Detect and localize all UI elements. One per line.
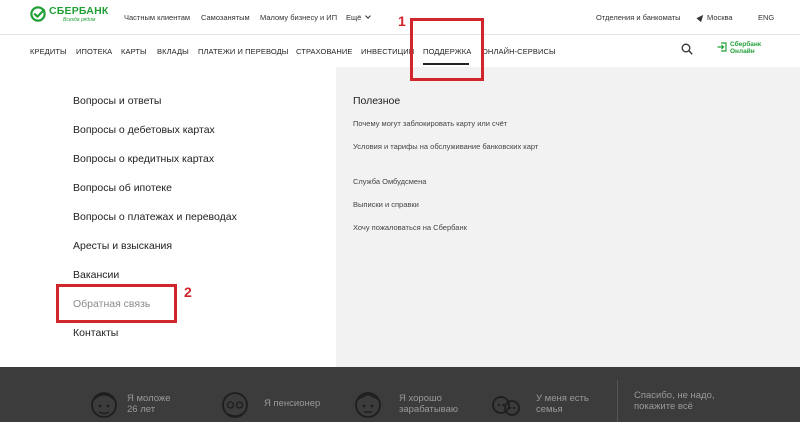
toplink-small-business[interactable]: Малому бизнесу и ИП — [260, 13, 337, 22]
audience-option-pensioner[interactable]: Я пенсионер — [264, 398, 320, 409]
useful-link-complaint[interactable]: Хочу пожаловаться на Сбербанк — [353, 222, 563, 234]
menu-link-contacts[interactable]: Контакты — [73, 327, 118, 339]
nav-item-credits[interactable]: КРЕДИТЫ — [30, 47, 67, 56]
login-icon[interactable] — [717, 42, 727, 52]
brand-tagline: Всегда рядом — [63, 16, 96, 23]
menu-link-mortgage-questions[interactable]: Вопросы об ипотеке — [73, 182, 172, 194]
annotation-box-2 — [56, 284, 177, 323]
useful-link-card-block[interactable]: Почему могут заблокировать карту или счё… — [353, 118, 563, 130]
nav-item-insurance[interactable]: СТРАХОВАНИЕ — [296, 47, 353, 56]
search-icon[interactable] — [681, 43, 693, 55]
audience-option-high-income[interactable]: Я хорошо зарабатываю — [399, 393, 458, 416]
menu-link-faq[interactable]: Вопросы и ответы — [73, 95, 161, 107]
nav-item-deposits[interactable]: ВКЛАДЫ — [157, 47, 189, 56]
toplink-more[interactable]: Ещё — [346, 13, 372, 22]
menu-link-vacancies[interactable]: Вакансии — [73, 269, 119, 281]
useful-panel — [336, 67, 800, 367]
nav-item-cards[interactable]: КАРТЫ — [121, 47, 147, 56]
sberbank-online-line2: Онлайн — [730, 48, 755, 56]
nav-item-investments[interactable]: ИНВЕСТИЦИИ — [361, 47, 414, 56]
toplink-more-label: Ещё — [346, 13, 362, 22]
toplink-private-clients[interactable]: Частным клиентам — [124, 13, 190, 22]
annotation-number-2: 2 — [184, 284, 192, 300]
sberbank-logo-icon — [30, 6, 46, 22]
useful-link-card-tariffs[interactable]: Условия и тарифы на обслуживание банковс… — [353, 141, 563, 153]
chevron-down-icon — [365, 13, 372, 19]
nav-item-mortgage[interactable]: ИПОТЕКА — [76, 47, 112, 56]
menu-link-credit-cards[interactable]: Вопросы о кредитных картах — [73, 153, 214, 165]
annotation-number-1: 1 — [398, 13, 406, 29]
city-selector[interactable]: Москва — [696, 12, 733, 23]
location-arrow-icon — [696, 12, 706, 23]
young-person-icon — [91, 392, 117, 418]
useful-link-ombudsman[interactable]: Служба Омбудсмена — [353, 176, 563, 188]
sberbank-logo[interactable]: СБЕРБАНК Всегда рядом — [30, 6, 108, 23]
nav-item-payments[interactable]: ПЛАТЕЖИ И ПЕРЕВОДЫ — [198, 47, 289, 56]
audience-option-young[interactable]: Я моложе 26 лет — [127, 393, 171, 416]
toplink-branches-atms[interactable]: Отделения и банкоматы — [596, 13, 681, 22]
toplink-self-employed[interactable]: Самозанятым — [201, 13, 250, 22]
sberbank-online-link[interactable]: Сбербанк Онлайн — [730, 41, 761, 55]
brand-name: СБЕРБАНК — [49, 5, 109, 17]
pensioner-icon — [222, 392, 248, 418]
menu-link-arrests[interactable]: Аресты и взыскания — [73, 240, 172, 252]
audience-option-family[interactable]: У меня есть семья — [536, 393, 589, 416]
high-income-icon — [355, 392, 381, 418]
menu-link-debit-cards[interactable]: Вопросы о дебетовых картах — [73, 124, 215, 136]
menu-link-payments-questions[interactable]: Вопросы о платежах и переводах — [73, 211, 237, 223]
nav-item-online-services[interactable]: ОНЛАЙН-СЕРВИСЫ — [482, 47, 556, 56]
useful-heading: Полезное — [353, 95, 401, 107]
city-label: Москва — [707, 13, 733, 22]
useful-link-statements[interactable]: Выписки и справки — [353, 199, 563, 211]
band-divider — [617, 380, 618, 422]
audience-dismiss-link[interactable]: Спасибо, не надо, покажите всё — [634, 390, 715, 413]
family-icon — [492, 396, 520, 416]
language-switch[interactable]: ENG — [758, 13, 774, 22]
annotation-box-1 — [410, 18, 484, 81]
main-nav: КРЕДИТЫ ИПОТЕКА КАРТЫ ВКЛАДЫ ПЛАТЕЖИ И П… — [0, 34, 800, 67]
